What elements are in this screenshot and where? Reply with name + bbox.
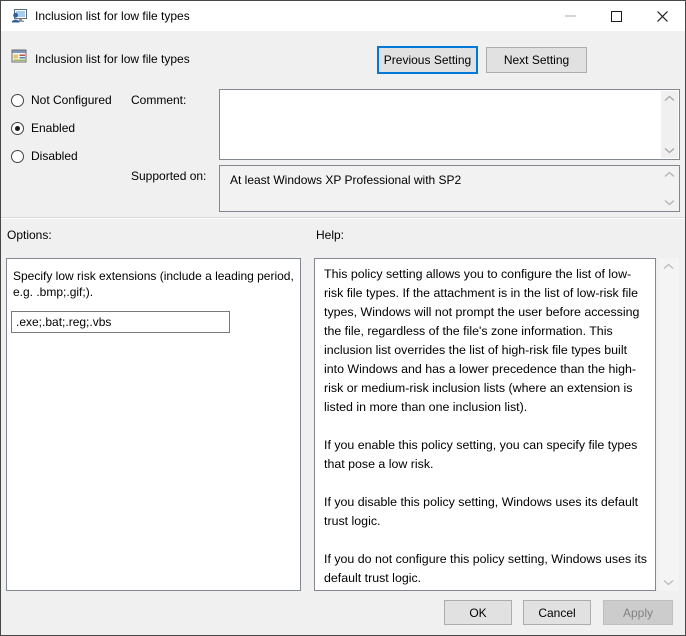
section-divider [1, 217, 686, 219]
scroll-down-icon [664, 199, 675, 206]
radio-label-disabled: Disabled [31, 149, 78, 163]
comment-scrollbar[interactable] [661, 91, 678, 158]
scroll-up-icon[interactable] [663, 263, 674, 270]
close-button[interactable] [639, 1, 685, 31]
supported-on-value: At least Windows XP Professional with SP… [230, 173, 655, 187]
help-paragraph: If you do not configure this policy sett… [324, 550, 648, 588]
policy-setting-dialog: Inclusion list for low file types Inclus… [0, 0, 686, 636]
maximize-button[interactable] [593, 1, 639, 31]
ok-button[interactable]: OK [444, 600, 512, 625]
help-paragraph: This policy setting allows you to config… [324, 265, 648, 417]
next-setting-button[interactable]: Next Setting [486, 47, 587, 73]
cancel-button[interactable]: Cancel [523, 600, 591, 625]
supported-on-label: Supported on: [131, 169, 206, 183]
radio-enabled[interactable]: Enabled [11, 120, 75, 136]
scroll-up-icon[interactable] [664, 95, 675, 102]
scroll-down-icon[interactable] [664, 147, 675, 154]
supported-on-box: At least Windows XP Professional with SP… [219, 165, 680, 212]
options-label: Options: [7, 228, 52, 242]
help-paragraph: If you disable this policy setting, Wind… [324, 493, 648, 531]
radio-circle-enabled [11, 122, 24, 135]
title-bar: Inclusion list for low file types [1, 1, 685, 31]
options-instruction: Specify low risk extensions (include a l… [13, 268, 297, 300]
help-label: Help: [316, 228, 344, 242]
low-risk-extensions-input[interactable] [11, 311, 230, 333]
group-policy-app-icon [11, 8, 27, 24]
help-text: This policy setting allows you to config… [324, 265, 648, 591]
comment-textarea[interactable] [219, 89, 680, 160]
window-title: Inclusion list for low file types [35, 1, 190, 31]
radio-label-not-configured: Not Configured [31, 93, 112, 107]
scroll-up-icon [664, 171, 675, 178]
close-icon [657, 11, 668, 22]
supported-on-scrollbar [661, 167, 678, 210]
options-panel: Specify low risk extensions (include a l… [6, 258, 301, 591]
radio-circle-not-configured [11, 94, 24, 107]
help-textbox[interactable]: This policy setting allows you to config… [314, 258, 656, 591]
apply-button[interactable]: Apply [603, 600, 673, 625]
minimize-icon [565, 15, 576, 17]
previous-setting-button[interactable]: Previous Setting [377, 46, 478, 74]
comment-label: Comment: [131, 93, 186, 107]
radio-not-configured[interactable]: Not Configured [11, 92, 112, 108]
help-scrollbar[interactable] [659, 258, 679, 591]
minimize-button [547, 1, 593, 31]
radio-label-enabled: Enabled [31, 121, 75, 135]
policy-name: Inclusion list for low file types [35, 52, 190, 66]
policy-setting-icon [11, 48, 27, 64]
scroll-down-icon[interactable] [663, 579, 674, 586]
radio-circle-disabled [11, 150, 24, 163]
radio-disabled[interactable]: Disabled [11, 148, 78, 164]
help-paragraph: If you enable this policy setting, you c… [324, 436, 648, 474]
maximize-icon [611, 11, 622, 22]
